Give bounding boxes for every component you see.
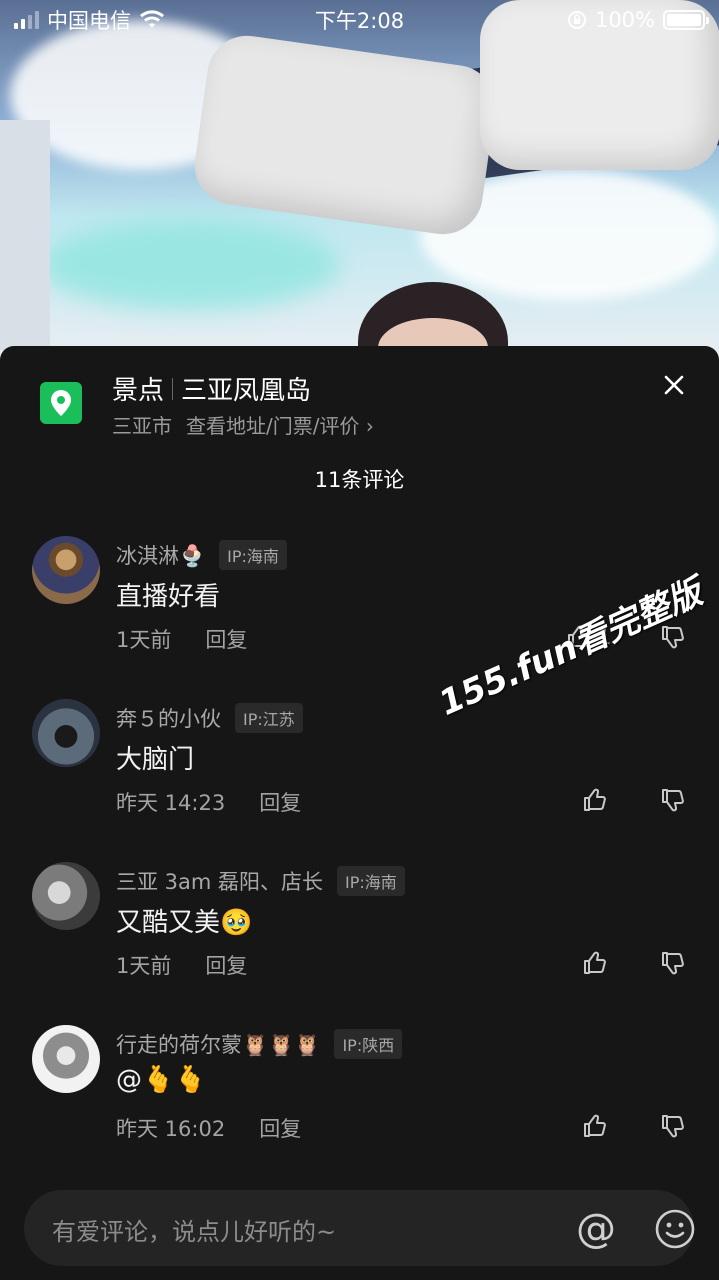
location-category: 景点	[112, 376, 165, 406]
comment-item: 三亚 3am 磊阳、店长 IP:海南 又酷又美🥹 1天前 回复	[0, 862, 719, 1012]
reply-button[interactable]: 回复	[259, 1113, 301, 1143]
thumb-down-icon[interactable]	[660, 787, 686, 813]
comment-time: 1天前	[116, 628, 172, 652]
emoji-icon[interactable]	[654, 1208, 696, 1250]
comment-time: 昨天 14:23	[116, 791, 226, 815]
ip-badge: IP:海南	[219, 540, 287, 570]
video-sea	[40, 220, 340, 310]
like-button[interactable]	[582, 1113, 608, 1139]
comment-input[interactable]: 有爱评论，说点儿好听的~ @	[24, 1190, 696, 1266]
comment-input-placeholder: 有爱评论，说点儿好听的~	[52, 1218, 337, 1246]
comment-username[interactable]: 三亚 3am 磊阳、店长	[116, 866, 323, 896]
thumb-up-icon	[584, 951, 606, 974]
close-icon[interactable]	[659, 370, 689, 400]
avatar[interactable]	[32, 862, 100, 930]
thumb-down-icon[interactable]	[660, 1113, 686, 1139]
comment-username[interactable]: 行走的荷尔蒙🦉🦉🦉	[116, 1029, 320, 1059]
like-button[interactable]	[582, 950, 608, 976]
divider	[172, 377, 174, 400]
live-video-frame[interactable]	[0, 0, 719, 360]
comment-text: 大脑门	[116, 745, 195, 775]
video-pod	[189, 30, 501, 240]
comment-text: 直播好看	[116, 582, 221, 612]
comment-username[interactable]: 奔５的小伙	[116, 703, 221, 733]
like-button[interactable]	[582, 787, 608, 813]
wifi-icon	[140, 10, 164, 28]
thumb-down-icon[interactable]	[660, 950, 686, 976]
status-bar: 中国电信 下午2:08 100%	[0, 0, 719, 40]
carrier-label: 中国电信	[47, 9, 131, 33]
rotation-lock-icon	[567, 11, 586, 29]
location-city: 三亚市	[112, 414, 172, 438]
battery-icon	[663, 10, 709, 30]
video-pillar	[0, 120, 50, 350]
ip-badge: IP:陕西	[334, 1029, 403, 1059]
comment-text: 又酷又美🥹	[116, 908, 253, 938]
at-icon[interactable]: @	[576, 1206, 616, 1252]
comment-item: 奔５的小伙 IP:江苏 大脑门 昨天 14:23 回复	[0, 699, 719, 849]
reply-button[interactable]: 回复	[259, 787, 301, 817]
comment-count: 11条评论	[314, 468, 405, 492]
comment-time: 昨天 16:02	[116, 1117, 226, 1141]
location-details-link[interactable]: 查看地址/门票/评价 ›	[186, 410, 374, 439]
ip-badge: IP:江苏	[235, 703, 303, 733]
comment-username[interactable]: 冰淇淋🍨	[116, 540, 205, 570]
signal-icon	[14, 11, 39, 29]
location-subtitle[interactable]: 三亚市 查看地址/门票/评价 ›	[112, 410, 374, 439]
location-title[interactable]: 景点 三亚凤凰岛	[112, 370, 311, 407]
reply-button[interactable]: 回复	[205, 624, 247, 654]
comment-text: @🫰🫰	[116, 1065, 207, 1095]
avatar[interactable]	[32, 536, 100, 604]
location-pin-icon[interactable]	[40, 382, 82, 424]
comment-sheet: 景点 三亚凤凰岛 三亚市 查看地址/门票/评价 › 11条评论 冰淇淋🍨 IP:…	[0, 346, 719, 1280]
comment-time: 1天前	[116, 954, 172, 978]
thumb-up-icon	[584, 788, 606, 811]
location-name: 三亚凤凰岛	[181, 376, 312, 406]
reply-button[interactable]: 回复	[205, 950, 247, 980]
battery-percent: 100%	[594, 8, 655, 32]
thumb-up-icon	[584, 1114, 606, 1137]
comment-item: 行走的荷尔蒙🦉🦉🦉 IP:陕西 @🫰🫰 昨天 16:02 回复	[0, 1025, 719, 1175]
avatar[interactable]	[32, 699, 100, 767]
avatar[interactable]	[32, 1025, 100, 1093]
comment-input-bar: 有爱评论，说点儿好听的~ @	[0, 1176, 719, 1280]
ip-badge: IP:海南	[337, 866, 405, 896]
